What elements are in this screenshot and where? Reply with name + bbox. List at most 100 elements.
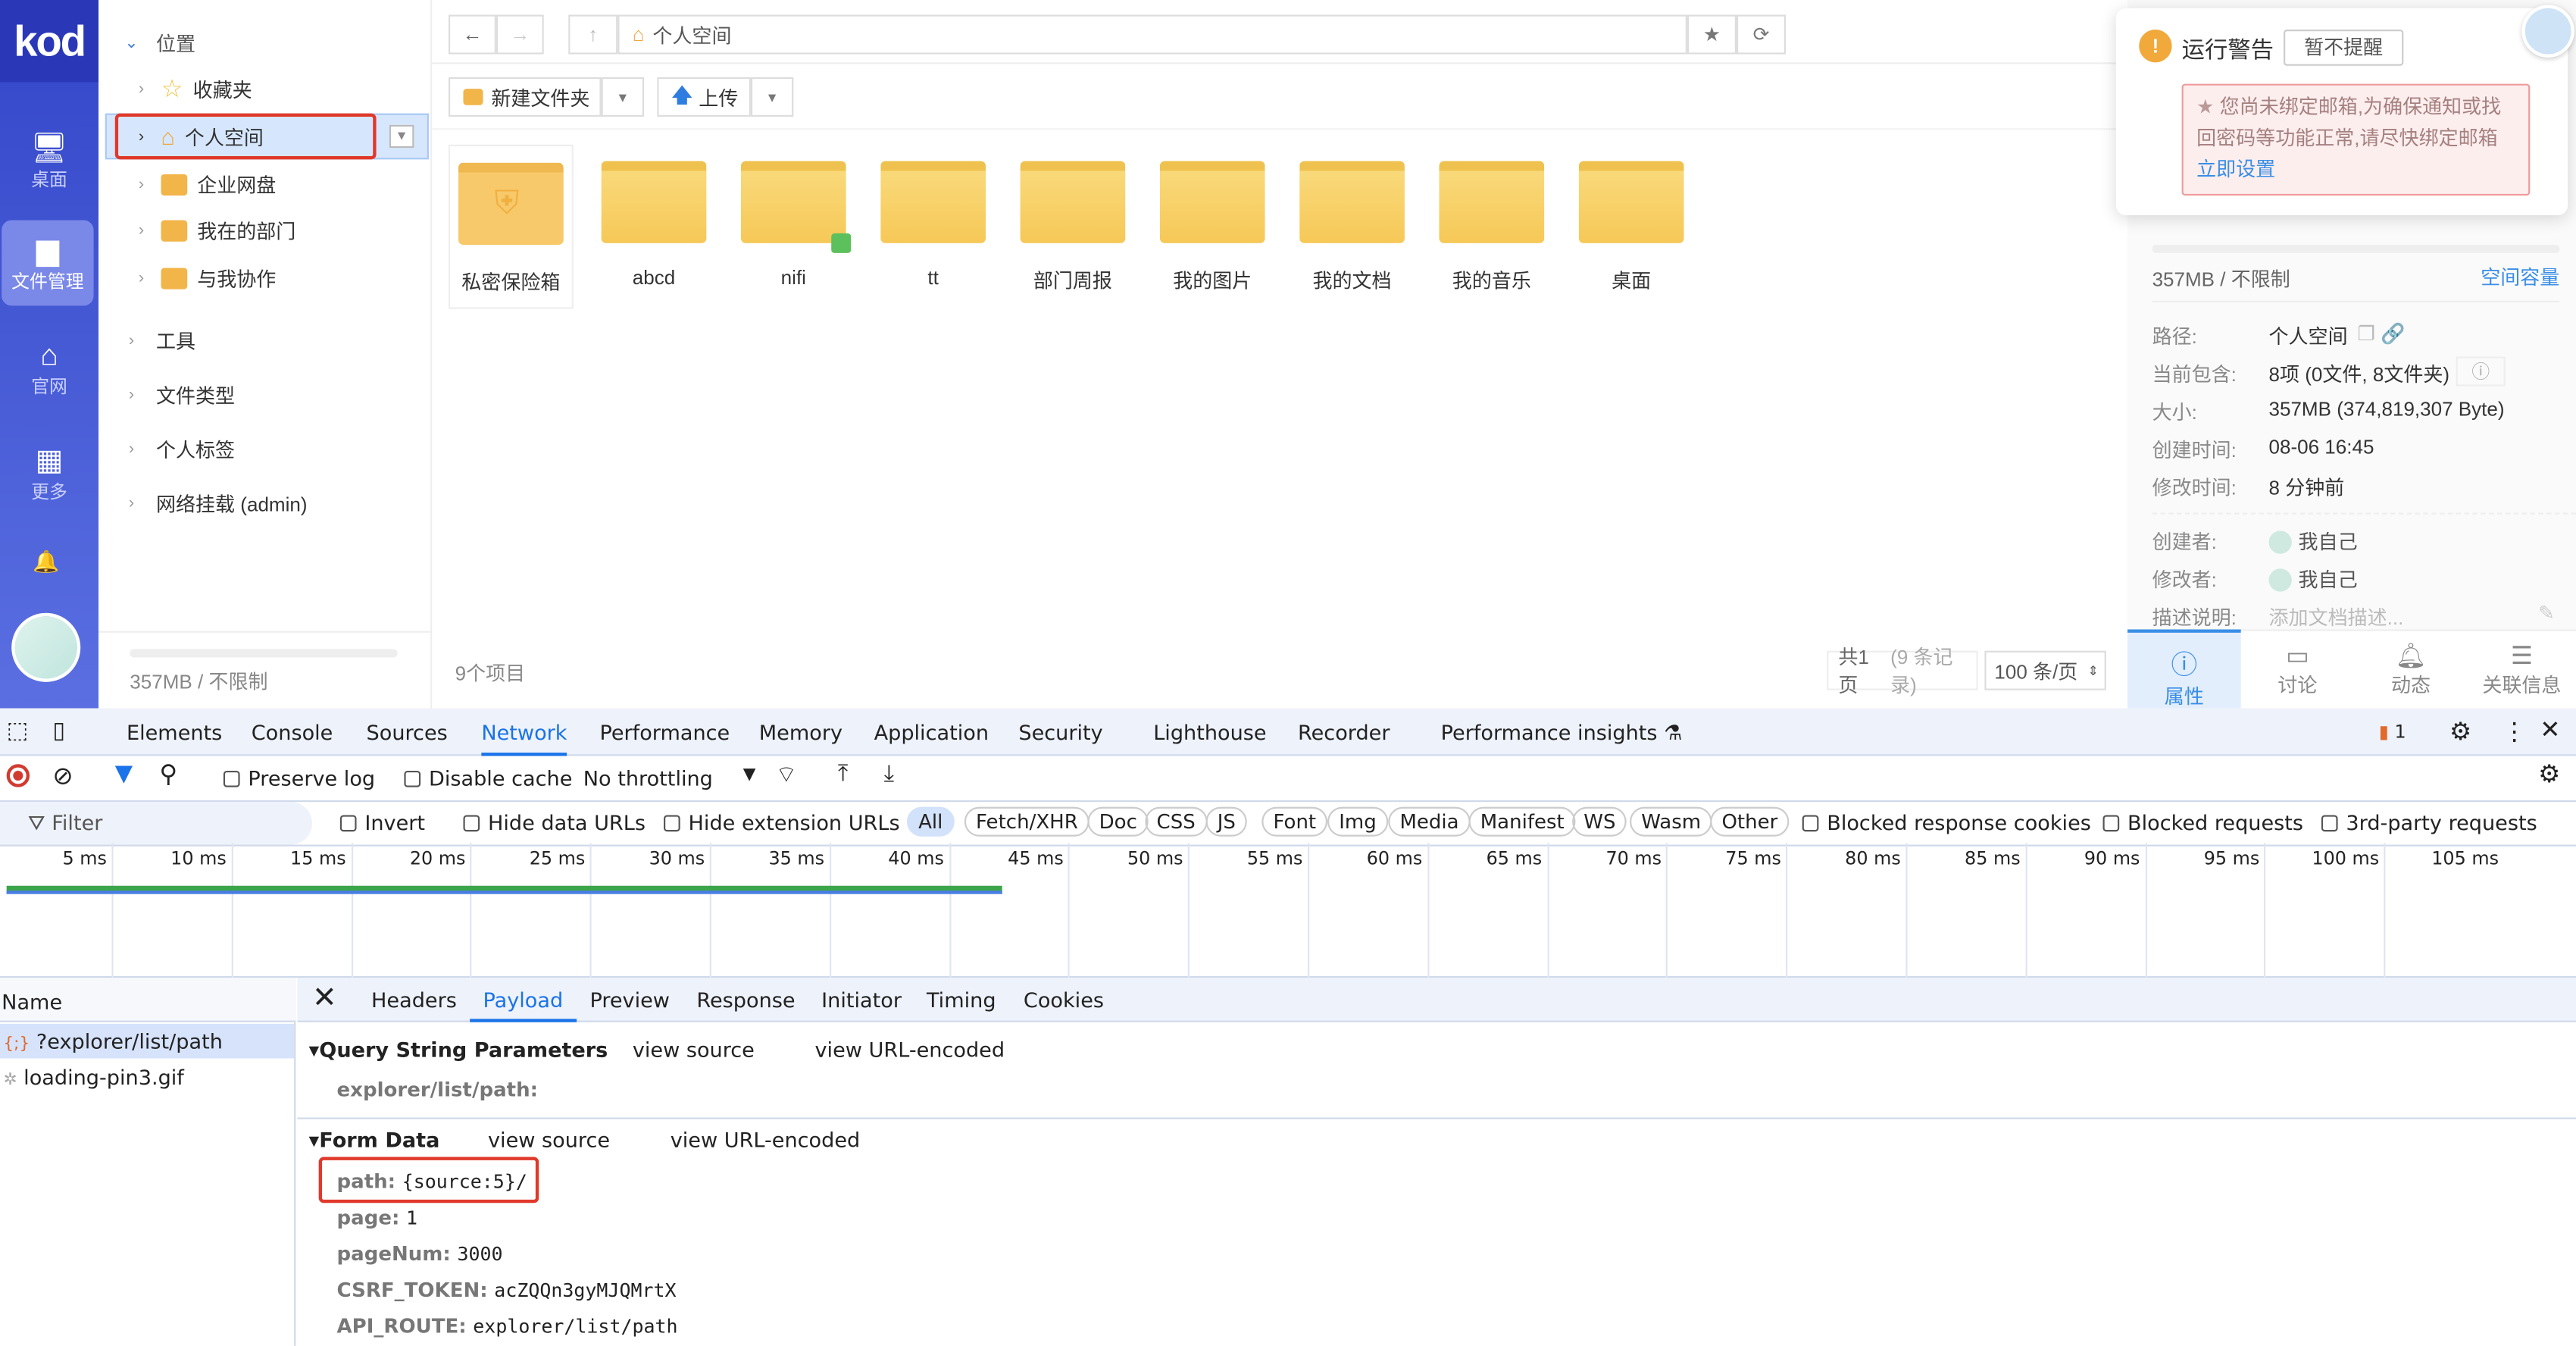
timeline-overview[interactable]: 5 ms 10 ms 15 ms 20 ms 25 ms 30 ms 35 ms 40 ms 4… [0, 843, 2576, 978]
tree-group-mount[interactable]: › 网络挂载 (admin) [121, 484, 450, 523]
view-source-link[interactable]: view source [488, 1128, 610, 1153]
space-capacity-link[interactable]: 空间容量 [2481, 263, 2559, 291]
tree-group-types[interactable]: › 文件类型 [121, 374, 450, 414]
clear-icon[interactable]: ⊘ [52, 761, 73, 790]
detail-tab[interactable]: Headers [371, 978, 457, 1022]
new-folder-dropdown[interactable]: ▼ [601, 77, 645, 117]
name-column-header[interactable]: Name [0, 978, 296, 1022]
view-url-encoded-link[interactable]: view URL-encoded [671, 1128, 861, 1153]
inspect-icon[interactable]: ⬚ [7, 718, 29, 745]
per-page-select[interactable]: 100 条/页 ⇕ [1984, 650, 2106, 690]
type-filter-pill[interactable]: CSS [1145, 806, 1207, 837]
folder-item[interactable]: tt [868, 145, 999, 309]
close-icon[interactable]: ✕ [312, 981, 337, 1016]
detail-tab[interactable]: Preview [589, 978, 670, 1022]
forward-button[interactable]: → [496, 14, 544, 55]
tree-group-tools[interactable]: › 工具 [121, 321, 450, 360]
tab-properties[interactable]: ⓘ 属性 [2127, 629, 2241, 709]
upload-dropdown[interactable]: ▼ [750, 77, 794, 117]
back-button[interactable]: ← [448, 14, 496, 55]
description-input[interactable]: 添加文档描述... [2269, 603, 2404, 631]
devtools-tab[interactable]: Application [874, 709, 989, 756]
more-icon[interactable]: ⋮ [2502, 716, 2527, 746]
search-icon[interactable]: ⚲ [159, 759, 177, 789]
throttling-select[interactable]: No throttling ▼ [583, 765, 756, 790]
detail-tab[interactable]: Timing [927, 978, 996, 1022]
request-row[interactable]: {;} ?explorer/list/path [0, 1023, 295, 1059]
star-button[interactable]: ★ [1687, 14, 1737, 55]
view-url-encoded-link[interactable]: view URL-encoded [815, 1037, 1005, 1062]
type-filter-pill[interactable]: Manifest [1468, 806, 1576, 837]
devtools-tab[interactable]: Network [481, 709, 567, 756]
blocked-requests-checkbox[interactable]: Blocked requests [2102, 810, 2303, 835]
hide-data-urls-checkbox[interactable]: Hide data URLs [463, 810, 646, 835]
nav-desktop[interactable]: 🖥 桌面 [0, 118, 98, 200]
import-har-icon[interactable]: ⤒ [838, 761, 848, 787]
close-icon[interactable]: ✕ [2540, 715, 2560, 744]
refresh-button[interactable]: ⟳ [1736, 14, 1787, 55]
tab-related[interactable]: ☰ 关联信息 [2468, 633, 2576, 709]
type-filter-pill[interactable]: Doc [1087, 806, 1149, 837]
new-folder-button[interactable]: 新建文件夹 [448, 77, 602, 117]
nav-file-manager[interactable]: ▆ 文件管理 [2, 220, 94, 306]
devtools-tab[interactable]: Recorder [1298, 709, 1390, 756]
view-source-link[interactable]: view source [633, 1037, 755, 1062]
request-row[interactable]: ✲ loading-pin3.gif [0, 1060, 294, 1095]
tab-discussion[interactable]: ▭ 讨论 [2241, 633, 2355, 709]
devtools-tab[interactable]: Performance [599, 709, 730, 756]
invert-checkbox[interactable]: Invert [339, 810, 425, 835]
detail-tab[interactable]: Payload [470, 978, 577, 1022]
query-string-section[interactable]: ▾Query String Parameters [309, 1037, 608, 1062]
setup-link[interactable]: 立即设置 [2196, 158, 2275, 180]
tree-group-tags[interactable]: › 个人标签 [121, 429, 450, 468]
tree-item-favorites[interactable]: › ☆ 收藏夹 [131, 69, 460, 108]
filter-icon[interactable]: ▼ [115, 761, 133, 787]
tab-activity[interactable]: 🔔︎ 动态 [2354, 633, 2468, 709]
tree-item-collab[interactable]: › 与我协作 [131, 258, 460, 297]
blocked-cookies-checkbox[interactable]: Blocked response cookies [1802, 810, 2091, 835]
type-filter-pill[interactable]: WS [1572, 806, 1627, 837]
detail-tab[interactable]: Cookies [1024, 978, 1104, 1022]
devtools-tab[interactable]: Security [1018, 709, 1102, 756]
form-data-section[interactable]: ▾Form Data [309, 1128, 440, 1153]
folder-item[interactable]: 桌面 [1565, 145, 1696, 309]
nav-website[interactable]: ⌂ 官网 [0, 325, 98, 407]
nav-more[interactable]: ▦ 更多 [0, 430, 98, 512]
type-filter-pill[interactable]: Media [1388, 806, 1471, 837]
disable-cache-checkbox[interactable]: Disable cache [404, 765, 572, 790]
devtools-tab[interactable]: Memory [759, 709, 843, 756]
folder-item[interactable]: abcd [588, 145, 719, 309]
filter-input[interactable]: ⛛ Filter [0, 802, 312, 845]
folder-item[interactable]: 我的音乐 [1426, 145, 1557, 309]
devtools-tab[interactable]: Performance insights ⚗ [1441, 709, 1683, 756]
folder-item[interactable]: ⛨ 私密保险箱 [448, 144, 574, 309]
type-filter-pill[interactable]: All [906, 806, 955, 837]
tree-item-enterprise[interactable]: › 企业网盘 [131, 164, 460, 204]
detail-tab[interactable]: Response [696, 978, 795, 1022]
network-conditions-icon[interactable]: ⌔ [775, 761, 797, 790]
avatar[interactable] [11, 612, 81, 682]
type-filter-pill[interactable]: Other [1710, 806, 1790, 837]
folder-item[interactable]: 我的文档 [1286, 145, 1418, 309]
devtools-tab[interactable]: Console [252, 709, 333, 756]
info-icon[interactable]: ⓘ [2456, 356, 2506, 387]
folder-item[interactable]: nifi [728, 145, 859, 309]
folder-item[interactable]: 我的图片 [1147, 145, 1278, 309]
hide-extension-urls-checkbox[interactable]: Hide extension URLs [664, 810, 900, 835]
user-avatar[interactable] [2521, 5, 2574, 58]
devtools-tab[interactable]: Sources [367, 709, 448, 756]
export-har-icon[interactable]: ⤓ [884, 761, 894, 787]
tree-item-department[interactable]: › 我在的部门 [131, 211, 460, 250]
type-filter-pill[interactable]: JS [1205, 806, 1248, 837]
type-filter-pill[interactable]: Fetch/XHR [964, 806, 1090, 837]
type-filter-pill[interactable]: Wasm [1630, 806, 1713, 837]
issues-badge[interactable]: ▮ 1 [2379, 722, 2406, 743]
device-toggle-icon[interactable]: ▯ [52, 718, 65, 745]
network-settings-icon[interactable]: ⚙ [2538, 759, 2560, 789]
copy-icon[interactable]: ❐ 🔗 [2358, 322, 2406, 345]
settings-icon[interactable]: ⚙ [2449, 716, 2471, 746]
record-icon[interactable] [6, 764, 30, 787]
detail-tab[interactable]: Initiator [821, 978, 902, 1022]
devtools-tab[interactable]: Lighthouse [1153, 709, 1266, 756]
dropdown-button[interactable]: ▼ [389, 124, 414, 149]
